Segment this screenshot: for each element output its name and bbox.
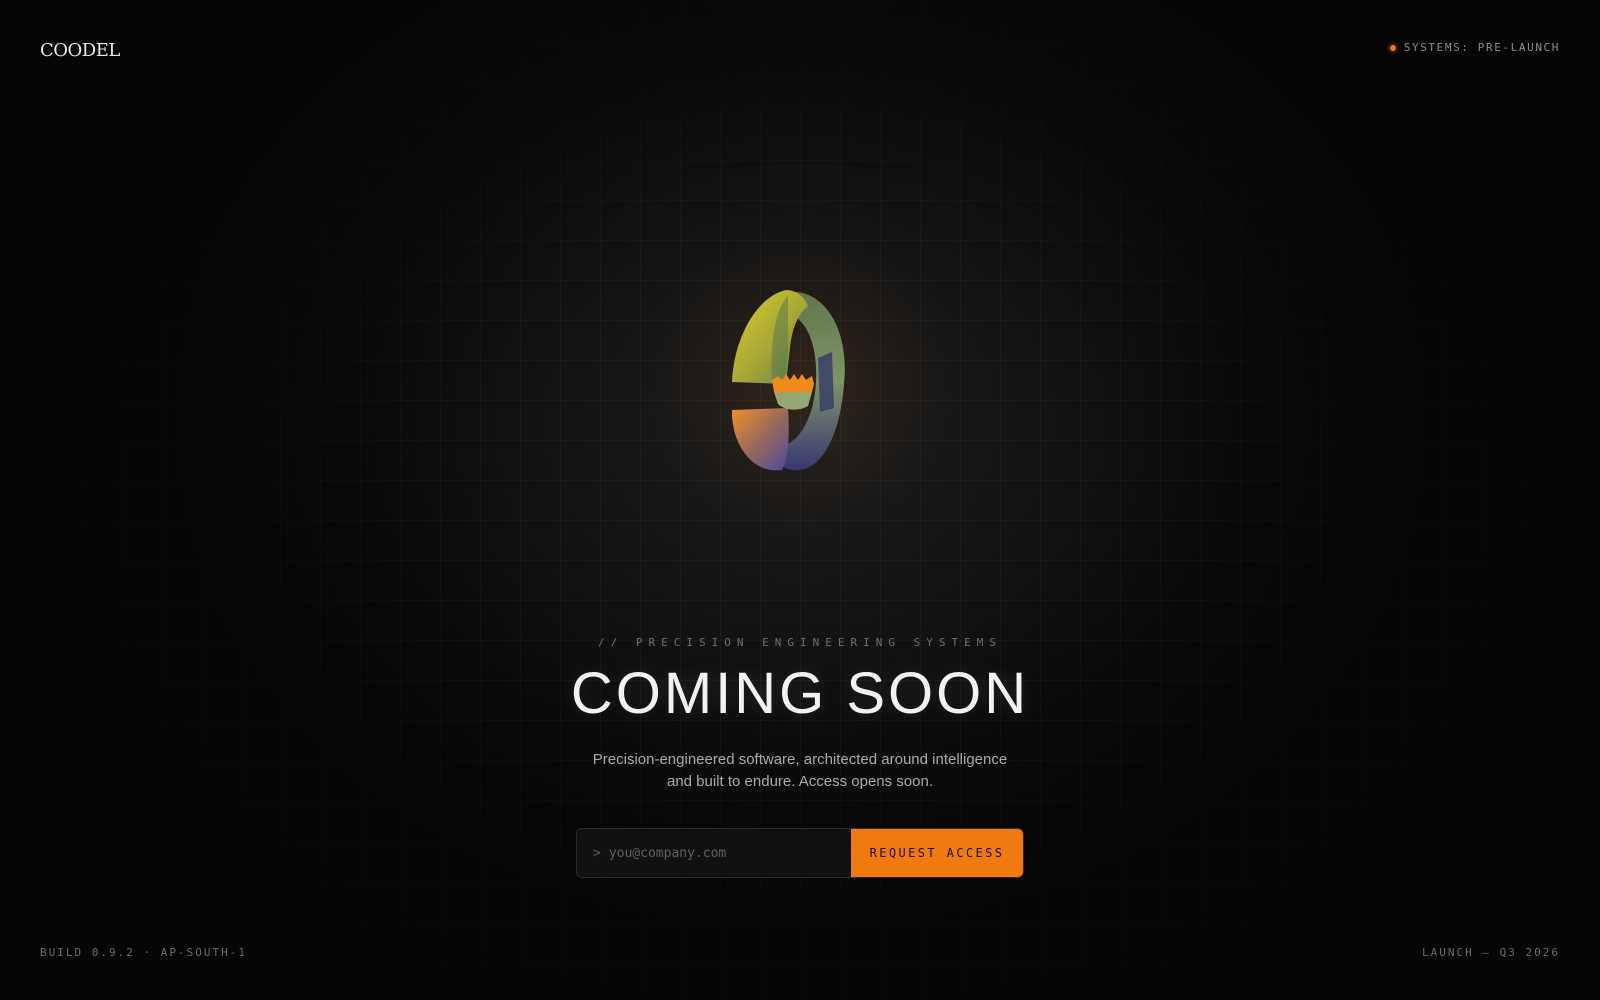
status-label: SYSTEMS: PRE-LAUNCH <box>1403 41 1560 54</box>
coming-soon-page: COODEL SYSTEMS: PRE-LAUNCH // PRECISION … <box>0 0 1600 1000</box>
request-access-button[interactable]: REQUEST ACCESS <box>851 829 1023 877</box>
signup-form: > REQUEST ACCESS <box>576 828 1024 878</box>
status-dot-icon <box>1389 44 1396 51</box>
build-info: BUILD 0.9.2 · AP-SOUTH-1 <box>40 946 247 959</box>
abstract-3d-emblem-icon <box>732 290 845 471</box>
prompt-chevron-icon: > <box>593 845 601 861</box>
hero-headline: COMING SOON <box>570 661 1030 726</box>
hero-eyebrow: // PRECISION ENGINEERING SYSTEMS <box>598 636 1002 649</box>
hero-subtitle: Precision-engineered software, architect… <box>592 751 1008 790</box>
system-status: SYSTEMS: PRE-LAUNCH <box>1389 41 1560 54</box>
brand-logo[interactable]: COODEL <box>40 40 120 61</box>
hero-section: // PRECISION ENGINEERING SYSTEMS COMING … <box>0 636 1600 793</box>
launch-info: LAUNCH — Q3 2026 <box>1422 946 1560 959</box>
email-field[interactable] <box>608 845 829 861</box>
email-field-wrapper: > <box>577 829 851 877</box>
